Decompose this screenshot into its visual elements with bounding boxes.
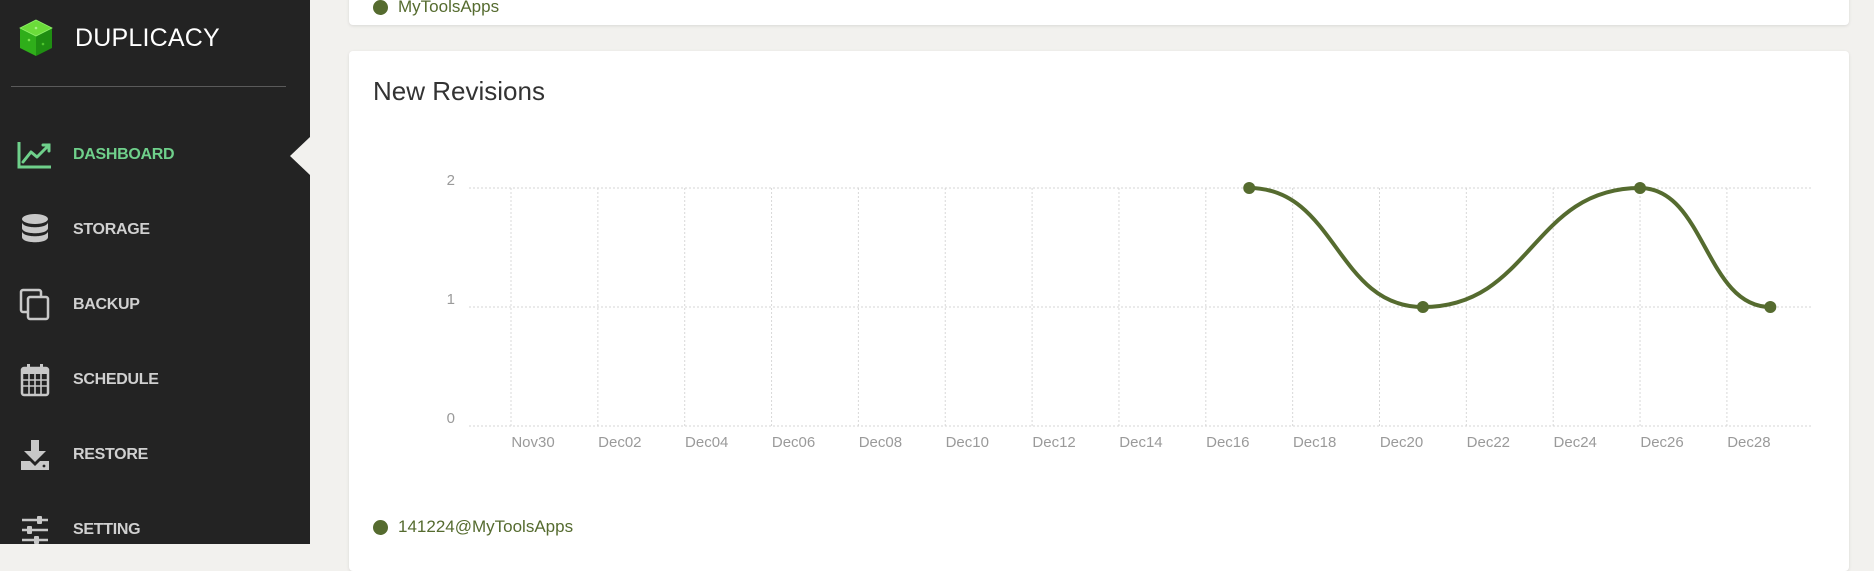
- data-point: [1764, 301, 1777, 313]
- legend-label: 141224@MyToolsApps: [398, 517, 574, 536]
- app-name: DUPLICACY: [75, 23, 220, 52]
- y-axis: 0 1 2: [447, 172, 455, 427]
- y-tick-label: 0: [447, 410, 455, 427]
- legend-item[interactable]: MyToolsApps: [373, 0, 499, 17]
- calendar-icon: [17, 362, 53, 398]
- sidebar-item-dashboard[interactable]: DASHBOARD: [0, 125, 310, 185]
- x-tick-label: Nov30: [511, 434, 554, 451]
- series-line: [1249, 185, 1771, 310]
- sidebar-item-backup[interactable]: BACKUP: [0, 275, 310, 335]
- x-axis: Nov30 Dec02 Dec04 Dec06 Dec08 Dec10 Dec12 Dec14…: [511, 434, 1770, 451]
- sidebar-item-label: BACKUP: [73, 296, 140, 313]
- sidebar-item-storage[interactable]: STORAGE: [0, 200, 310, 260]
- sidebar-divider: [11, 86, 286, 87]
- new-revisions-card: New Revisions 012 Nov30 Dec02 Dec04 Dec06 De…: [349, 51, 1849, 571]
- chart-legend-item[interactable]: 141224@MyToolsApps: [373, 517, 573, 537]
- sidebar-item-schedule[interactable]: SCHEDULE: [0, 350, 310, 410]
- legend-dot: [373, 519, 388, 535]
- download-icon: [17, 437, 53, 473]
- x-tick-label: Dec26: [1640, 434, 1683, 451]
- y-tick-label: 2: [447, 172, 455, 189]
- sidebar-item-restore[interactable]: RESTORE: [0, 425, 310, 485]
- sidebar-item-label: SCHEDULE: [73, 371, 159, 388]
- duplicacy-logo-icon: [19, 19, 53, 56]
- brand[interactable]: DUPLICACY: [17, 18, 220, 58]
- x-tick-label: Dec04: [685, 434, 728, 451]
- revisions-chart: 0 1 2 Nov30 Dec02 Dec04 Dec06 Dec08 Dec10 Dec12 D…: [447, 172, 1812, 451]
- legend-dot: [373, 0, 388, 15]
- x-tick-label: Dec12: [1032, 434, 1075, 451]
- line-chart-icon: [17, 137, 53, 173]
- sidebar-item-label: DASHBOARD: [73, 146, 175, 163]
- data-point: [1416, 301, 1429, 313]
- copy-icon: [17, 287, 53, 323]
- sliders-icon: [17, 512, 53, 548]
- chart-series: [1243, 182, 1777, 313]
- chart-grid: [469, 187, 1812, 427]
- active-indicator: [290, 137, 310, 175]
- sidebar-item-label: RESTORE: [73, 446, 148, 463]
- y-tick-label: 1: [447, 291, 455, 308]
- x-tick-label: Dec08: [859, 434, 902, 451]
- x-tick-label: Dec24: [1554, 434, 1597, 451]
- x-tick-label: Dec20: [1380, 434, 1423, 451]
- x-tick-label: Dec28: [1727, 434, 1770, 451]
- previous-card: MyToolsApps: [349, 0, 1849, 25]
- sidebar-item-setting[interactable]: SETTING: [0, 500, 310, 560]
- x-tick-label: Dec18: [1293, 434, 1336, 451]
- data-point: [1243, 182, 1256, 194]
- x-tick-label: Dec16: [1206, 434, 1249, 451]
- database-icon: [17, 212, 53, 248]
- sidebar-item-label: SETTING: [73, 521, 141, 538]
- sidebar: DUPLICACY DASHBOARD STORAGE BACKUP SCHED…: [0, 0, 310, 544]
- x-tick-label: Dec06: [772, 434, 815, 451]
- x-tick-label: Dec10: [946, 434, 989, 451]
- legend-label: MyToolsApps: [398, 0, 500, 16]
- x-tick-label: Dec22: [1467, 434, 1510, 451]
- x-tick-label: Dec14: [1119, 434, 1162, 451]
- sidebar-item-label: STORAGE: [73, 221, 150, 238]
- x-tick-label: Dec02: [598, 434, 641, 451]
- data-point: [1634, 182, 1647, 194]
